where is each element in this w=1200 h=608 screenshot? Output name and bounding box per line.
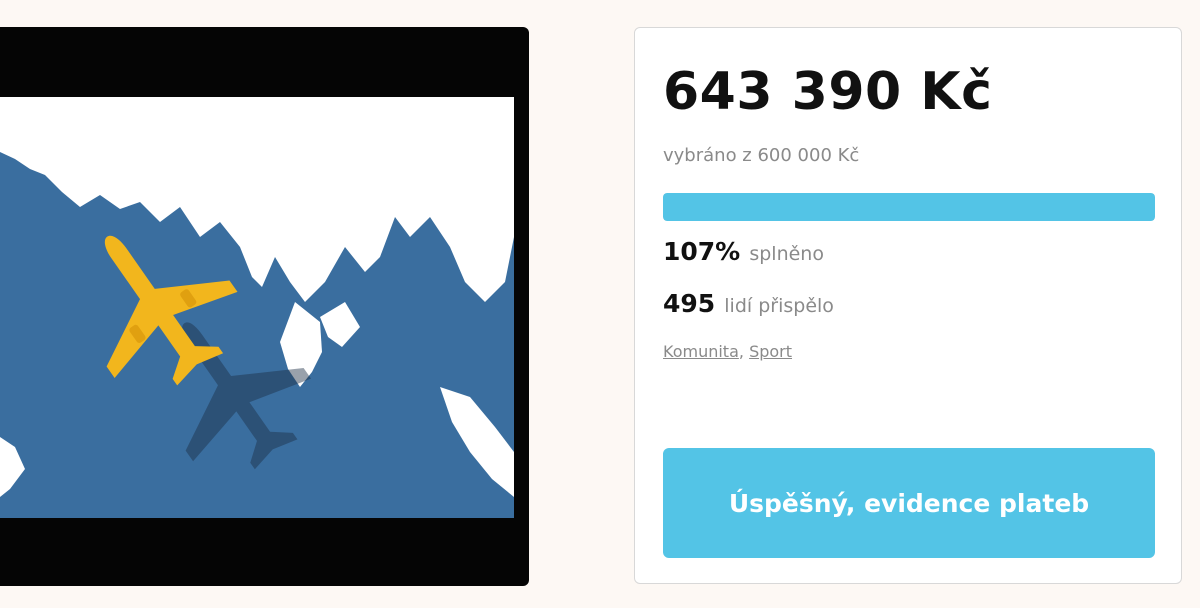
tag-separator: ,: [738, 342, 744, 361]
video-frame[interactable]: [0, 97, 514, 518]
category-tags: Komunita, Sport: [663, 342, 792, 361]
campaign-video[interactable]: [0, 27, 529, 586]
map-illustration: [0, 97, 514, 518]
raised-amount: 643 390 Kč: [663, 62, 993, 122]
page: 643 390 Kč vybráno z 600 000 Kč 107% spl…: [0, 0, 1200, 608]
tag-link-sport[interactable]: Sport: [749, 342, 792, 361]
donor-count-value: 495: [663, 289, 716, 318]
percent-funded-label: splněno: [749, 243, 824, 265]
goal-text: vybráno z 600 000 Kč: [663, 145, 860, 166]
status-payments-button[interactable]: Úspěšný, evidence plateb: [663, 448, 1155, 558]
percent-funded-value: 107%: [663, 237, 741, 266]
progress-bar-fill: [663, 193, 1155, 221]
tag-link-komunita[interactable]: Komunita: [663, 342, 739, 361]
campaign-summary-card: 643 390 Kč vybráno z 600 000 Kč 107% spl…: [634, 27, 1182, 584]
donor-count: 495 lidí přispělo: [663, 289, 834, 318]
progress-bar: [663, 193, 1155, 221]
donor-count-label: lidí přispělo: [724, 295, 834, 317]
percent-funded: 107% splněno: [663, 237, 824, 266]
